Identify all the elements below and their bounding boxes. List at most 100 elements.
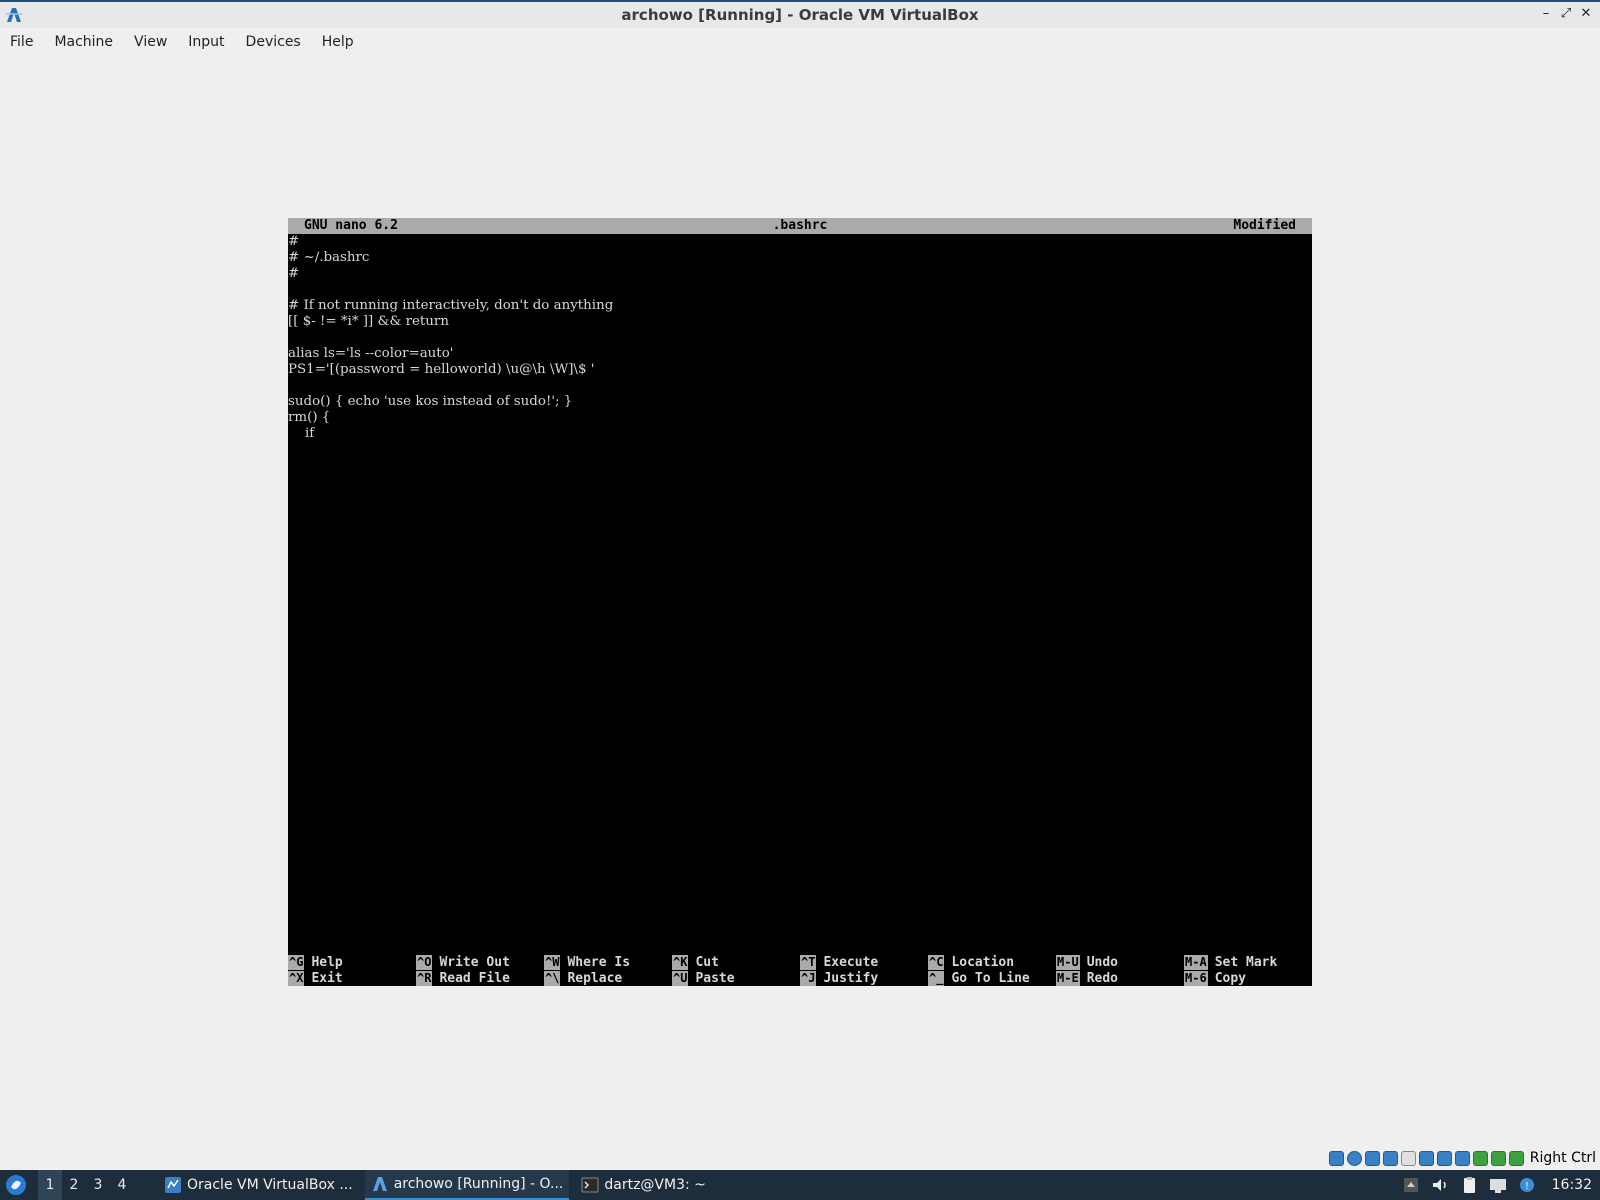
shortcut-help: ^G Help [288,954,343,970]
workspace-1[interactable]: 1 [38,1170,62,1200]
host-key-label: Right Ctrl [1529,1150,1596,1166]
editor-line: # [288,266,300,281]
menu-input[interactable]: Input [188,34,224,50]
vm-status-bar: Right Ctrl [1328,1148,1600,1168]
shortcut-execute: ^T Execute [800,954,878,970]
editor-line: [[ $- != *i* ]] && return [288,314,449,329]
network-icon[interactable] [1382,1150,1398,1166]
task-label: archowo [Running] - O... [393,1176,564,1192]
shortcut-go-to-line: ^_ Go To Line [928,970,1030,986]
shortcut-label: Replace [567,970,623,986]
window-title: archowo [Running] - Oracle VM VirtualBox [621,6,979,24]
shortcut-label: Redo [1086,970,1118,986]
shortcut-key: M-U [1056,954,1080,970]
network-tray-icon[interactable] [1488,1176,1508,1194]
usb-icon[interactable] [1400,1150,1416,1166]
menu-devices[interactable]: Devices [246,34,301,50]
keyboard-capture-icon[interactable] [1508,1150,1524,1166]
editor-line: # ~/.bashrc [288,250,370,265]
notification-icon[interactable]: ! [1517,1176,1537,1194]
start-menu-icon[interactable] [4,1173,28,1197]
hard-disk-icon[interactable] [1328,1150,1344,1166]
editor-line: sudo() { echo 'use kos instead of sudo!'… [288,394,573,409]
system-tray: ! 16:32 [1401,1170,1600,1200]
desktop-taskbar: 1 2 3 4 Oracle VM VirtualBox ... archowo… [0,1170,1600,1200]
shortcut-key: ^U [672,970,689,986]
shortcut-set-mark: M-A Set Mark [1184,954,1277,970]
display-icon[interactable] [1436,1150,1452,1166]
workspace-3[interactable]: 3 [86,1170,110,1200]
virtualbox-vm-icon [372,1177,387,1191]
editor-line: # [288,234,300,249]
shortcut-key: ^R [416,970,433,986]
shortcut-label: Help [311,954,343,970]
shortcut-copy: M-6 Copy [1184,970,1246,986]
window-title-bar: archowo [Running] - Oracle VM VirtualBox… [0,0,1600,28]
task-label: dartz@VM3: ~ [604,1177,706,1193]
shortcut-label: Cut [695,954,719,970]
shortcut-key: ^_ [928,970,945,986]
shortcut-label: Justify [823,970,879,986]
editor-line: rm() { [288,410,331,425]
workspace-4[interactable]: 4 [110,1170,134,1200]
task-label: Oracle VM VirtualBox ... [187,1177,353,1193]
shortcut-key: ^C [928,954,945,970]
shortcut-label: Read File [439,970,510,986]
tray-up-arrow-icon[interactable] [1401,1176,1421,1194]
menu-machine[interactable]: Machine [54,34,113,50]
minimize-icon[interactable]: – [1538,6,1554,22]
shortcut-key: ^G [288,954,305,970]
task-virtualbox-manager[interactable]: Oracle VM VirtualBox ... [158,1170,359,1200]
shortcut-replace: ^\ Replace [544,970,622,986]
shortcut-row-top: ^G Help ^O Write Out ^W Where Is ^K Cut ^T Ex… [288,954,1312,970]
menu-file[interactable]: File [10,34,33,50]
shortcut-label: Set Mark [1214,954,1278,970]
shortcut-key: M-A [1184,954,1208,970]
shortcut-read-file: ^R Read File [416,970,510,986]
shortcut-location: ^C Location [928,954,1014,970]
vm-display[interactable]: GNU nano 6.2 .bashrc Modified # # ~/.bas… [288,218,1312,986]
shortcut-key: ^T [800,954,817,970]
shortcut-key: ^O [416,954,433,970]
shortcut-key: ^X [288,970,305,986]
shortcut-paste: ^U Paste [672,970,735,986]
shortcut-key: ^K [672,954,689,970]
nano-editor-buffer[interactable]: # # ~/.bashrc # # If not running interac… [288,234,1312,442]
nano-title-bar: GNU nano 6.2 .bashrc Modified [288,218,1312,234]
clipboard-icon[interactable] [1459,1176,1479,1194]
terminal-icon [581,1177,599,1193]
menu-view[interactable]: View [134,34,167,50]
shortcut-exit: ^X Exit [288,970,343,986]
workspace-switcher: 1 2 3 4 [38,1170,134,1200]
volume-icon[interactable] [1430,1176,1450,1194]
close-icon[interactable]: ✕ [1578,6,1594,22]
nano-modified-status: Modified [1233,218,1296,233]
editor-line: alias ls='ls --color=auto' [288,346,454,361]
optical-drive-icon[interactable] [1346,1150,1362,1166]
video-capture-icon[interactable] [1454,1150,1470,1166]
shortcut-justify: ^J Justify [800,970,878,986]
menu-help[interactable]: Help [322,34,354,50]
clock[interactable]: 16:32 [1552,1177,1592,1193]
shortcut-key: M-6 [1184,970,1208,986]
shortcut-label: Write Out [439,954,510,970]
shortcut-label: Where Is [567,954,631,970]
shortcut-label: Location [951,954,1015,970]
shortcut-key: ^J [800,970,817,986]
shortcut-undo: M-U Undo [1056,954,1118,970]
shared-folders-icon[interactable] [1418,1150,1434,1166]
maximize-icon[interactable]: ⤢ [1558,6,1574,22]
editor-line: PS1='[(password = helloworld) \u@\h \W]\… [288,362,595,377]
nano-filename: .bashrc [772,218,828,233]
mouse-integration-icon[interactable] [1490,1150,1506,1166]
editor-line: if [288,426,315,441]
task-archowo-vm[interactable]: archowo [Running] - O... [364,1170,570,1200]
audio-icon[interactable] [1364,1150,1380,1166]
shortcut-label: Copy [1214,970,1246,986]
task-terminal[interactable]: dartz@VM3: ~ [575,1170,712,1200]
workspace-2[interactable]: 2 [62,1170,86,1200]
shortcut-key: M-E [1056,970,1080,986]
cpu-activity-icon[interactable] [1472,1150,1488,1166]
